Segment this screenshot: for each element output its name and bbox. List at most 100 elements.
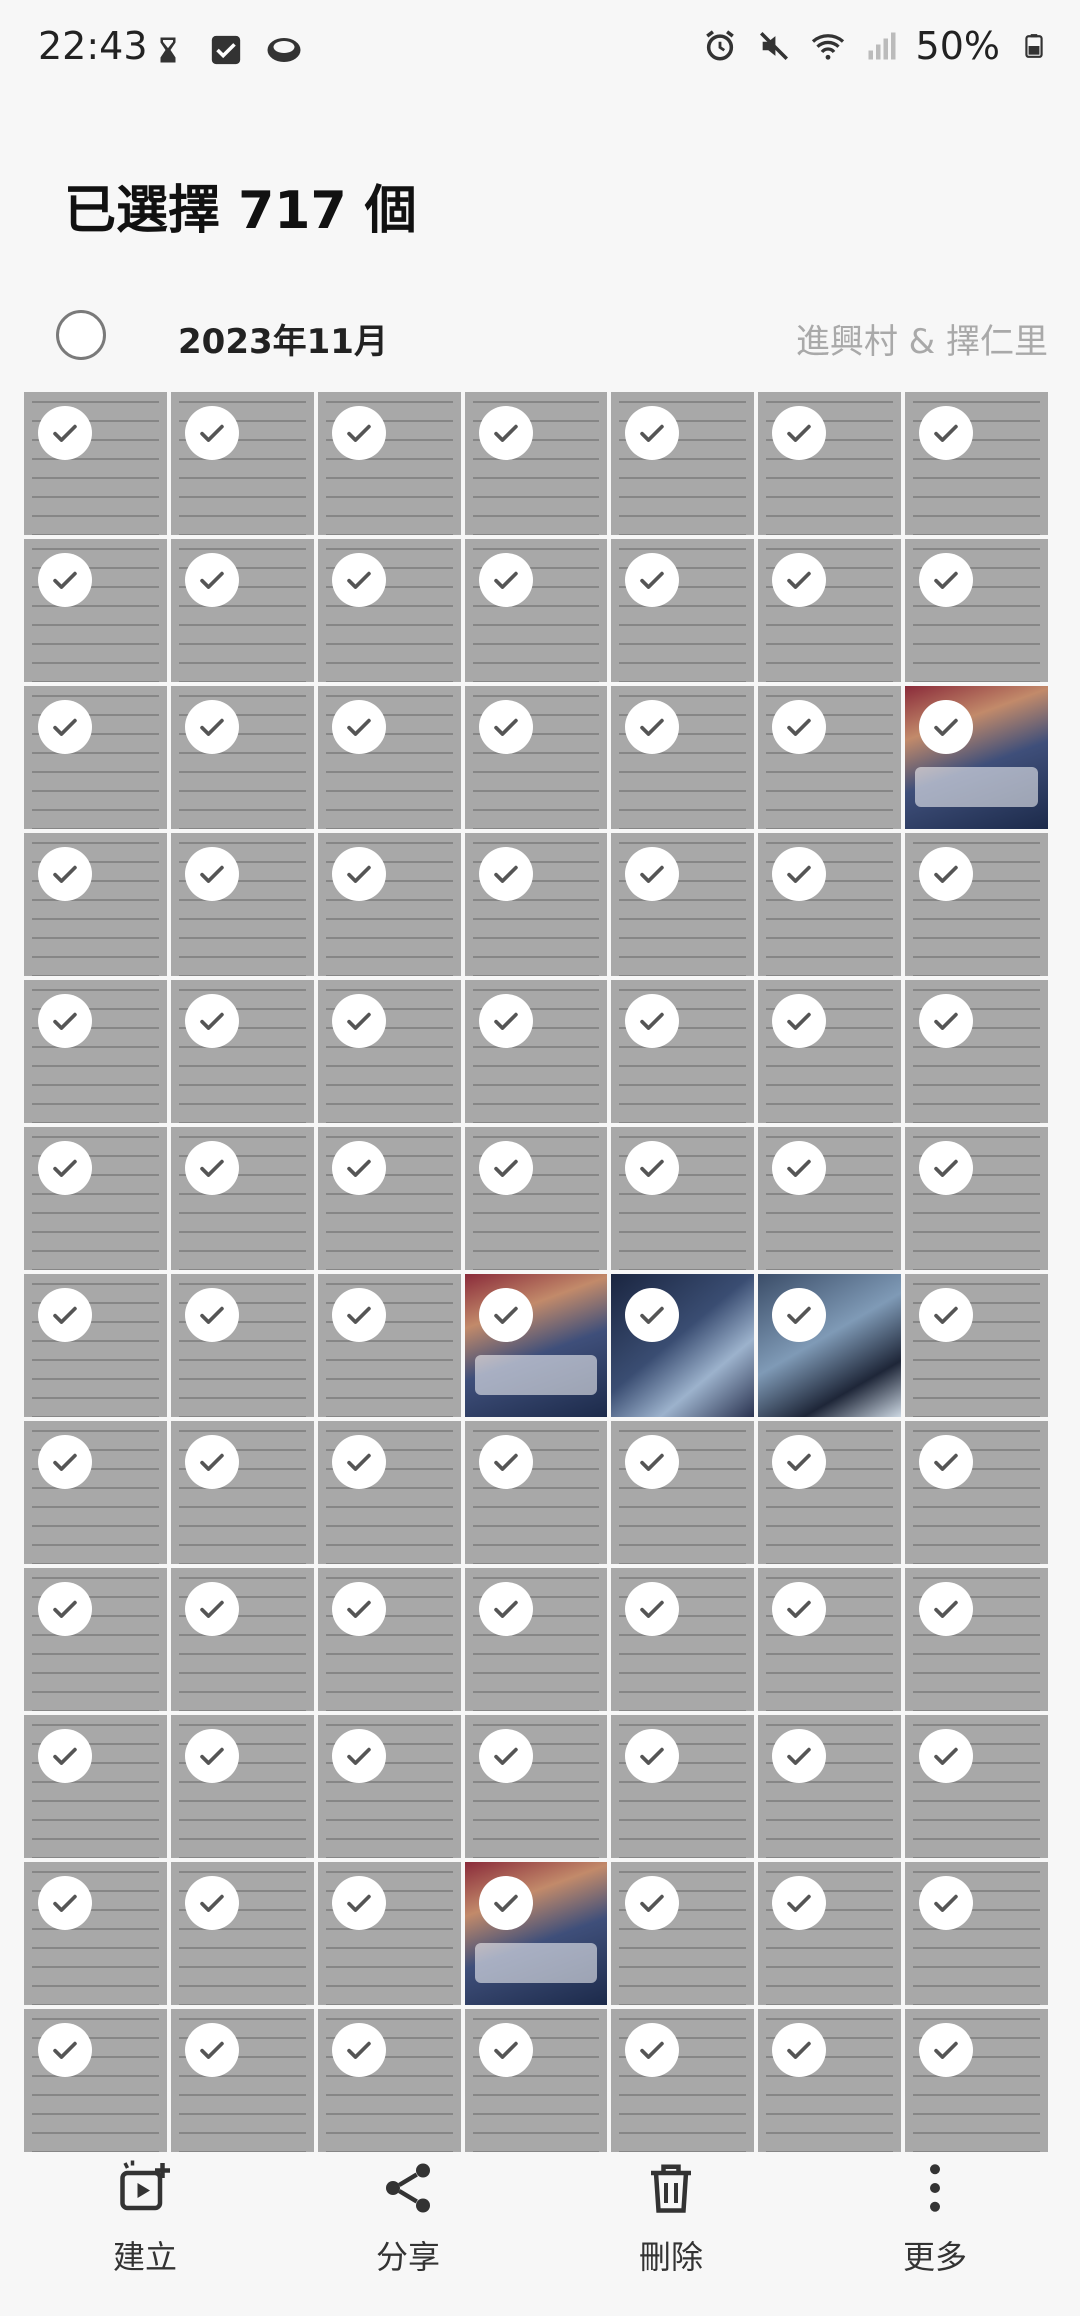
selected-check-icon[interactable] [625, 847, 680, 901]
selected-check-icon[interactable] [772, 2023, 827, 2077]
selected-check-icon[interactable] [331, 1729, 386, 1783]
photo-thumbnail[interactable] [170, 1715, 314, 1858]
selected-check-icon[interactable] [919, 700, 974, 754]
selected-check-icon[interactable] [772, 1729, 827, 1783]
selected-check-icon[interactable] [184, 1876, 239, 1930]
selected-check-icon[interactable] [625, 1582, 680, 1636]
selected-check-icon[interactable] [478, 1729, 533, 1783]
selected-check-icon[interactable] [625, 406, 680, 460]
photo-thumbnail[interactable] [611, 686, 755, 829]
photo-thumbnail[interactable] [24, 539, 167, 682]
photo-thumbnail[interactable] [317, 1862, 461, 2005]
selected-check-icon[interactable] [184, 1288, 239, 1342]
photo-thumbnail[interactable] [170, 1127, 314, 1270]
photo-thumbnail[interactable] [611, 539, 755, 682]
photo-thumbnail[interactable] [24, 686, 167, 829]
photo-thumbnail[interactable] [611, 2009, 755, 2152]
selected-check-icon[interactable] [184, 1729, 239, 1783]
selected-check-icon[interactable] [478, 553, 533, 607]
selected-check-icon[interactable] [331, 700, 386, 754]
photo-thumbnail[interactable] [24, 1862, 167, 2005]
photo-thumbnail[interactable] [611, 980, 755, 1123]
photo-thumbnail[interactable] [24, 1127, 167, 1270]
selected-check-icon[interactable] [184, 1141, 239, 1195]
selected-check-icon[interactable] [331, 1288, 386, 1342]
selected-check-icon[interactable] [478, 1141, 533, 1195]
selected-check-icon[interactable] [331, 847, 386, 901]
selected-check-icon[interactable] [184, 1435, 239, 1489]
photo-thumbnail[interactable] [611, 392, 755, 535]
delete-button[interactable]: 刪除 [581, 2158, 761, 2278]
photo-thumbnail[interactable] [464, 1862, 608, 2005]
photo-thumbnail[interactable] [24, 980, 167, 1123]
selected-check-icon[interactable] [38, 847, 92, 901]
photo-thumbnail[interactable] [758, 1862, 902, 2005]
photo-thumbnail[interactable] [905, 1862, 1048, 2005]
photo-thumbnail[interactable] [317, 539, 461, 682]
photo-thumbnail[interactable] [24, 1274, 167, 1417]
selected-check-icon[interactable] [184, 406, 239, 460]
selected-check-icon[interactable] [772, 1141, 827, 1195]
photo-thumbnail[interactable] [317, 1568, 461, 1711]
selected-check-icon[interactable] [331, 553, 386, 607]
photo-thumbnail[interactable] [758, 686, 902, 829]
selected-check-icon[interactable] [919, 553, 974, 607]
photo-thumbnail[interactable] [317, 392, 461, 535]
selected-check-icon[interactable] [625, 2023, 680, 2077]
photo-thumbnail[interactable] [170, 1862, 314, 2005]
photo-thumbnail[interactable] [611, 833, 755, 976]
photo-thumbnail[interactable] [464, 686, 608, 829]
photo-thumbnail[interactable] [758, 980, 902, 1123]
photo-thumbnail[interactable] [905, 1568, 1048, 1711]
photo-thumbnail[interactable] [464, 833, 608, 976]
selected-check-icon[interactable] [331, 994, 386, 1048]
photo-thumbnail[interactable] [317, 2009, 461, 2152]
photo-thumbnail[interactable] [464, 1715, 608, 1858]
selected-check-icon[interactable] [919, 847, 974, 901]
selected-check-icon[interactable] [38, 994, 92, 1048]
photo-thumbnail[interactable] [611, 1715, 755, 1858]
selected-check-icon[interactable] [38, 1729, 92, 1783]
photo-thumbnail[interactable] [905, 1715, 1048, 1858]
selected-check-icon[interactable] [478, 1435, 533, 1489]
selected-check-icon[interactable] [625, 994, 680, 1048]
selected-check-icon[interactable] [38, 1876, 92, 1930]
selected-check-icon[interactable] [478, 1582, 533, 1636]
photo-thumbnail[interactable] [317, 980, 461, 1123]
selected-check-icon[interactable] [38, 406, 92, 460]
photo-thumbnail[interactable] [464, 1421, 608, 1564]
selected-check-icon[interactable] [184, 553, 239, 607]
photo-thumbnail[interactable] [170, 1568, 314, 1711]
photo-thumbnail[interactable] [464, 2009, 608, 2152]
selected-check-icon[interactable] [478, 994, 533, 1048]
photo-thumbnail[interactable] [758, 1568, 902, 1711]
photo-thumbnail[interactable] [317, 1421, 461, 1564]
photo-thumbnail[interactable] [317, 1274, 461, 1417]
selected-check-icon[interactable] [184, 2023, 239, 2077]
selected-check-icon[interactable] [772, 1435, 827, 1489]
photo-thumbnail[interactable] [758, 539, 902, 682]
photo-thumbnail[interactable] [758, 833, 902, 976]
selected-check-icon[interactable] [38, 700, 92, 754]
selected-check-icon[interactable] [919, 1582, 974, 1636]
select-all-checkbox[interactable] [56, 310, 106, 360]
selected-check-icon[interactable] [772, 1288, 827, 1342]
photo-thumbnail[interactable] [24, 392, 167, 535]
create-button[interactable]: 建立 [55, 2158, 235, 2278]
photo-thumbnail[interactable] [905, 392, 1048, 535]
selected-check-icon[interactable] [331, 2023, 386, 2077]
photo-thumbnail[interactable] [317, 833, 461, 976]
photo-thumbnail[interactable] [24, 1715, 167, 1858]
selected-check-icon[interactable] [331, 406, 386, 460]
photo-thumbnail[interactable] [758, 392, 902, 535]
selected-check-icon[interactable] [772, 847, 827, 901]
selected-check-icon[interactable] [184, 847, 239, 901]
selected-check-icon[interactable] [38, 553, 92, 607]
photo-thumbnail[interactable] [464, 980, 608, 1123]
selected-check-icon[interactable] [625, 1435, 680, 1489]
photo-thumbnail[interactable] [758, 2009, 902, 2152]
share-button[interactable]: 分享 [318, 2158, 498, 2278]
selected-check-icon[interactable] [184, 1582, 239, 1636]
selected-check-icon[interactable] [38, 1141, 92, 1195]
photo-thumbnail[interactable] [24, 1568, 167, 1711]
